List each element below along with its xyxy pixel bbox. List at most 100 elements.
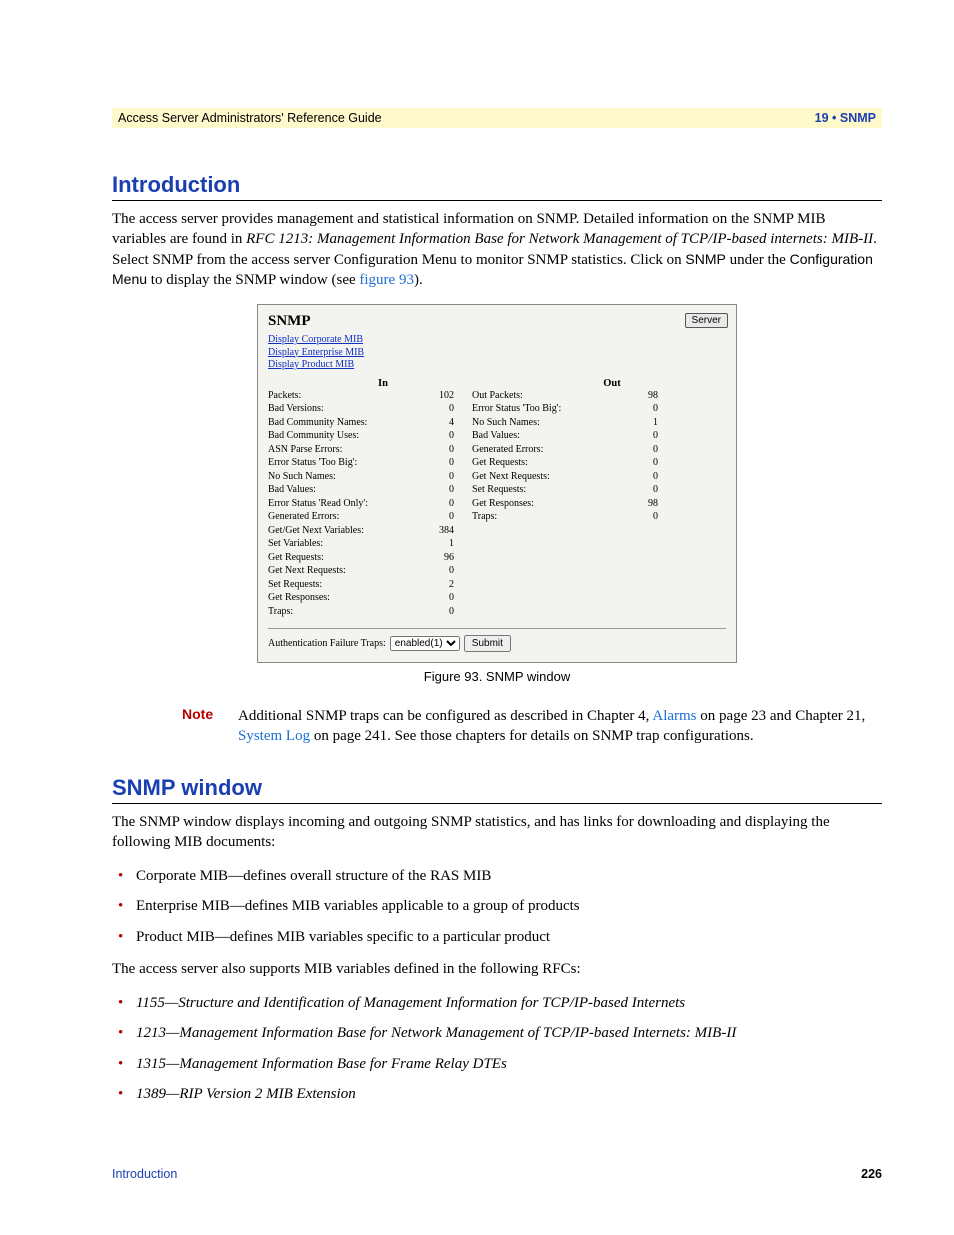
stat-value: 102 bbox=[424, 389, 454, 403]
stat-label: ASN Parse Errors: bbox=[268, 443, 418, 457]
text: to display the SNMP window (see bbox=[147, 272, 359, 288]
stat-value: 0 bbox=[424, 483, 454, 497]
stat-label: Get Requests: bbox=[268, 551, 418, 565]
figure-ref-link[interactable]: figure 93 bbox=[359, 272, 414, 288]
stat-label: No Such Names: bbox=[268, 470, 418, 484]
mib-links: Display Corporate MIB Display Enterprise… bbox=[268, 334, 726, 372]
stat-value: 0 bbox=[424, 402, 454, 416]
alarms-link[interactable]: Alarms bbox=[652, 708, 696, 724]
stat-value: 1 bbox=[424, 537, 454, 551]
list-item: 1389—RIP Version 2 MIB Extension bbox=[112, 1084, 882, 1104]
list-item: Product MIB—defines MIB variables specif… bbox=[112, 927, 882, 947]
stat-label: Error Status 'Too Big': bbox=[472, 402, 622, 416]
stat-label: Bad Values: bbox=[472, 429, 622, 443]
submit-button[interactable]: Submit bbox=[464, 635, 511, 652]
header-band: Access Server Administrators' Reference … bbox=[112, 108, 882, 128]
stat-value: 0 bbox=[424, 510, 454, 524]
note-text: Additional SNMP traps can be configured … bbox=[238, 706, 882, 747]
stat-label: Set Variables: bbox=[268, 537, 418, 551]
hdr-in: In bbox=[268, 378, 498, 389]
intro-paragraph: The access server provides management an… bbox=[112, 209, 882, 290]
system-log-link[interactable]: System Log bbox=[238, 728, 310, 744]
page: Access Server Administrators' Reference … bbox=[0, 0, 954, 1235]
stat-value: 98 bbox=[628, 497, 658, 511]
stat-value: 0 bbox=[424, 470, 454, 484]
ui-term: SNMP bbox=[685, 251, 725, 267]
stat-label: Traps: bbox=[268, 605, 418, 619]
stat-label: Bad Community Uses: bbox=[268, 429, 418, 443]
list-item: Corporate MIB—defines overall structure … bbox=[112, 866, 882, 886]
heading-snmp-window: SNMP window bbox=[112, 775, 882, 801]
rfc-bullets: 1155—Structure and Identification of Man… bbox=[112, 993, 882, 1104]
text: under the bbox=[726, 252, 790, 268]
stat-value: 0 bbox=[628, 483, 658, 497]
list-item: 1315—Management Information Base for Fra… bbox=[112, 1054, 882, 1074]
text: ). bbox=[414, 272, 423, 288]
snmp-window-p2: The access server also supports MIB vari… bbox=[112, 959, 882, 979]
header-right: 19 • SNMP bbox=[815, 111, 876, 125]
stat-value: 384 bbox=[424, 524, 454, 538]
auth-select[interactable]: enabled(1) bbox=[390, 636, 460, 651]
stat-label: Set Requests: bbox=[472, 483, 622, 497]
hdr-out: Out bbox=[498, 378, 726, 389]
mib-bullets: Corporate MIB—defines overall structure … bbox=[112, 866, 882, 947]
stat-value: 0 bbox=[628, 402, 658, 416]
stat-value: 96 bbox=[424, 551, 454, 565]
server-button[interactable]: Server bbox=[685, 313, 728, 328]
stat-label: Get/Get Next Variables: bbox=[268, 524, 418, 538]
snmp-panel: SNMP Server Display Corporate MIB Displa… bbox=[257, 304, 737, 663]
footer-page: 226 bbox=[861, 1167, 882, 1181]
stat-value: 0 bbox=[424, 456, 454, 470]
text: Additional SNMP traps can be configured … bbox=[238, 708, 652, 724]
stat-value: 98 bbox=[628, 389, 658, 403]
stats-columns: Packets:Bad Versions:Bad Community Names… bbox=[268, 389, 726, 619]
stat-label: Traps: bbox=[472, 510, 622, 524]
stat-value: 0 bbox=[628, 510, 658, 524]
auth-label: Authentication Failure Traps: bbox=[268, 638, 386, 649]
footer-left: Introduction bbox=[112, 1167, 177, 1181]
panel-title: SNMP bbox=[268, 313, 726, 330]
figure-wrap: SNMP Server Display Corporate MIB Displa… bbox=[112, 304, 882, 663]
note-label: Note bbox=[182, 706, 238, 747]
stat-value: 0 bbox=[628, 470, 658, 484]
stat-label: Get Responses: bbox=[472, 497, 622, 511]
stat-label: Packets: bbox=[268, 389, 418, 403]
stat-value: 0 bbox=[424, 497, 454, 511]
stat-value: 4 bbox=[424, 416, 454, 430]
rfc-title: RFC 1213: Management Information Base fo… bbox=[246, 231, 873, 247]
stat-label: Bad Community Names: bbox=[268, 416, 418, 430]
stat-label: Generated Errors: bbox=[472, 443, 622, 457]
stat-value: 0 bbox=[424, 443, 454, 457]
figure-caption: Figure 93. SNMP window bbox=[112, 669, 882, 684]
stat-value: 2 bbox=[424, 578, 454, 592]
header-left: Access Server Administrators' Reference … bbox=[118, 111, 382, 125]
stat-value: 0 bbox=[628, 429, 658, 443]
panel-divider bbox=[268, 628, 726, 629]
list-item: 1213—Management Information Base for Net… bbox=[112, 1023, 882, 1043]
in-column: Packets:Bad Versions:Bad Community Names… bbox=[268, 389, 454, 619]
stat-label: Set Requests: bbox=[268, 578, 418, 592]
auth-row: Authentication Failure Traps: enabled(1)… bbox=[268, 635, 726, 652]
rule bbox=[112, 200, 882, 201]
link-product-mib[interactable]: Display Product MIB bbox=[268, 359, 726, 372]
stat-label: Out Packets: bbox=[472, 389, 622, 403]
text: on page 23 and Chapter 21, bbox=[697, 708, 866, 724]
list-item: 1155—Structure and Identification of Man… bbox=[112, 993, 882, 1013]
stat-label: Bad Versions: bbox=[268, 402, 418, 416]
stat-label: Get Next Requests: bbox=[268, 564, 418, 578]
link-corporate-mib[interactable]: Display Corporate MIB bbox=[268, 334, 726, 347]
stat-label: Generated Errors: bbox=[268, 510, 418, 524]
stat-label: Bad Values: bbox=[268, 483, 418, 497]
stat-value: 0 bbox=[628, 456, 658, 470]
text: on page 241. See those chapters for deta… bbox=[310, 728, 754, 744]
stat-value: 1 bbox=[628, 416, 658, 430]
rule bbox=[112, 803, 882, 804]
stat-value: 0 bbox=[424, 605, 454, 619]
snmp-window-p1: The SNMP window displays incoming and ou… bbox=[112, 812, 882, 853]
stat-label: Get Next Requests: bbox=[472, 470, 622, 484]
link-enterprise-mib[interactable]: Display Enterprise MIB bbox=[268, 347, 726, 360]
out-column: Out Packets:Error Status 'Too Big':No Su… bbox=[472, 389, 658, 619]
stat-value: 0 bbox=[424, 591, 454, 605]
stat-label: Error Status 'Too Big': bbox=[268, 456, 418, 470]
stat-value: 0 bbox=[424, 564, 454, 578]
